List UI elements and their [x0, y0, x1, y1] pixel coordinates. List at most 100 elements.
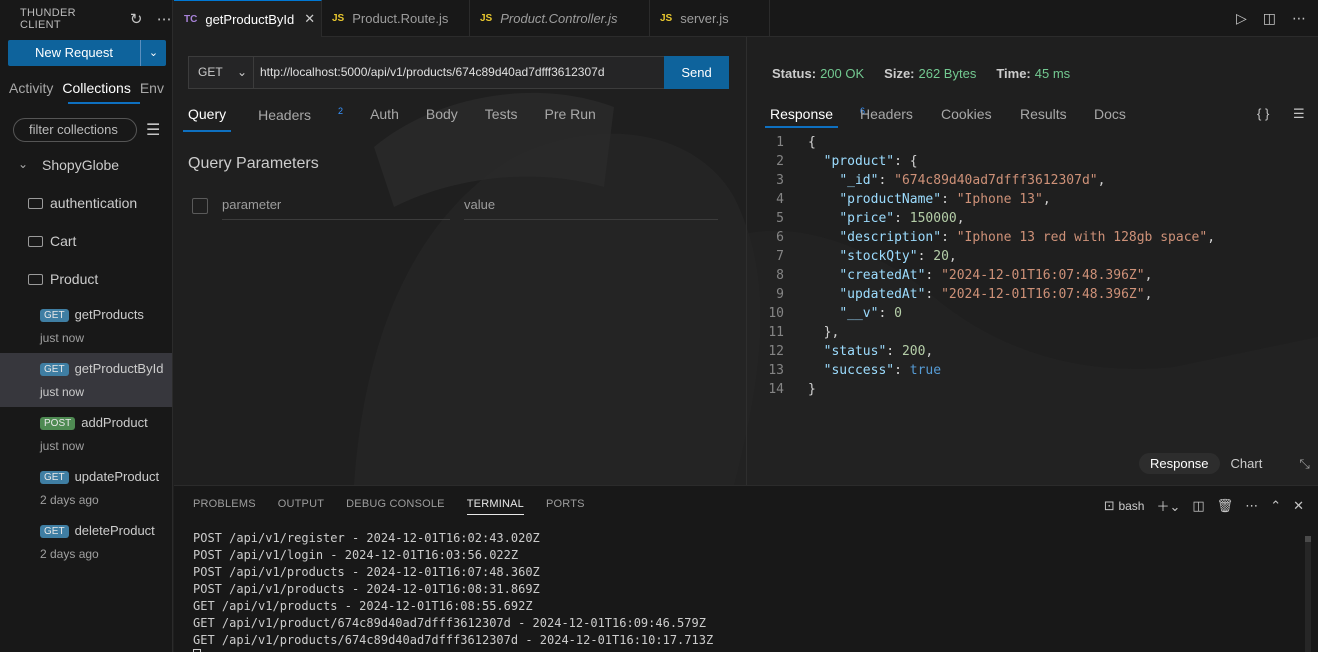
json-created-at: 2024-12-01T16:07:48.396Z — [948, 268, 1137, 283]
response-view-toggle: Response Chart ⤡ — [1139, 453, 1310, 474]
send-button[interactable]: Send — [664, 56, 729, 89]
tab-label: Product.Controller.js — [500, 11, 618, 26]
split-terminal-icon[interactable]: ◫ — [1192, 498, 1204, 514]
new-request-button[interactable]: New Request ⌄ — [8, 40, 166, 66]
tab-product-controller[interactable]: JS Product.Controller.js — [470, 0, 650, 37]
tab-response[interactable]: Response — [765, 106, 839, 128]
tab-headers[interactable]: Headers 2 — [258, 106, 343, 132]
parameter-input[interactable]: parameter — [222, 190, 450, 220]
tab-auth[interactable]: Auth — [370, 106, 399, 132]
request-time: 2 days ago — [40, 547, 99, 561]
url-input[interactable]: http://localhost:5000/api/v1/products/67… — [253, 56, 665, 89]
tab-output[interactable]: OUTPUT — [278, 498, 324, 515]
wrap-lines-icon[interactable]: ☰ — [1293, 106, 1305, 122]
method-badge: GET — [40, 471, 69, 484]
tab-cookies[interactable]: Cookies — [941, 106, 992, 122]
request-item[interactable]: GET updateProduct 2 days ago — [0, 461, 172, 515]
close-icon[interactable]: ✕ — [304, 11, 315, 27]
collection-shopyglobe[interactable]: ⌄ ShopyGlobe — [0, 157, 172, 177]
terminal-line: GET /api/v1/product/674c89d40ad7dfff3612… — [193, 616, 706, 630]
method-badge: POST — [40, 417, 76, 430]
terminal-line: POST /api/v1/products - 2024-12-01T16:07… — [193, 565, 540, 579]
javascript-file-icon: JS — [660, 13, 673, 24]
tab-headers-label: Headers — [860, 106, 913, 122]
tab-ports[interactable]: PORTS — [546, 498, 585, 515]
terminal-scrollbar[interactable] — [1305, 536, 1311, 652]
request-time: 2 days ago — [40, 493, 99, 507]
collection-name: ShopyGlobe — [42, 157, 120, 173]
request-item[interactable]: POST addProduct just now — [0, 407, 172, 461]
json-price: 150000 — [909, 211, 957, 226]
expand-icon[interactable]: ⤡ — [1299, 456, 1309, 472]
json-stock-qty: 20 — [933, 249, 949, 264]
response-json-viewer: 1{ 2 "product": { 3 "_id": "674c89d40ad7… — [760, 133, 1300, 399]
headers-count: 2 — [338, 106, 344, 116]
request-item[interactable]: GET deleteProduct 2 days ago — [0, 515, 172, 569]
tab-getproductbyid[interactable]: TC getProductById ✕ — [174, 0, 322, 37]
maximize-panel-icon[interactable]: ⌃ — [1270, 498, 1281, 514]
folder-label: Product — [50, 271, 99, 287]
line-number: 14 — [768, 382, 784, 397]
tab-label: server.js — [680, 11, 729, 26]
tab-pre-run[interactable]: Pre Run — [544, 106, 595, 132]
param-checkbox[interactable] — [192, 198, 208, 214]
filter-collections-input[interactable]: filter collections — [13, 118, 137, 142]
run-icon[interactable]: ▷ — [1236, 10, 1247, 27]
chevron-down-icon[interactable]: ⌄ — [140, 40, 166, 66]
method-select[interactable]: GET ⌄ — [188, 56, 254, 89]
status-info: Status: 200 OK — [772, 66, 864, 81]
more-icon[interactable]: ⋯ — [157, 10, 172, 28]
request-item-selected[interactable]: GET getProductById just now — [0, 353, 172, 407]
new-terminal-icon[interactable]: ＋⌄ — [1156, 496, 1180, 515]
menu-icon[interactable]: ☰ — [146, 120, 160, 140]
method-badge: GET — [40, 525, 69, 538]
line-number: 3 — [776, 173, 784, 188]
size-label: Size: — [884, 66, 915, 81]
chevron-down-icon: ⌄ — [18, 157, 29, 171]
request-name: getProductById — [74, 361, 164, 376]
status-label: Status: — [772, 66, 817, 81]
tab-query[interactable]: Query — [183, 106, 232, 132]
tab-env[interactable]: Env — [131, 78, 164, 104]
tab-product-route[interactable]: JS Product.Route.js — [322, 0, 470, 37]
panel-actions: ⊡ bash ＋⌄ ◫ 🗑 ⋯ ⌃ ✕ — [1104, 496, 1304, 515]
tab-server[interactable]: JS server.js — [650, 0, 770, 37]
tab-terminal[interactable]: TERMINAL — [466, 498, 524, 515]
close-icon[interactable]: ✕ — [1293, 498, 1304, 514]
thunder-client-sidebar: THUNDER CLIENT ↻ ⋯ New Request ⌄ Activit… — [0, 0, 173, 652]
folder-product[interactable]: Product — [0, 271, 172, 291]
tab-problems[interactable]: PROBLEMS — [193, 498, 256, 515]
json-success: true — [909, 363, 942, 378]
tab-body[interactable]: Body — [426, 106, 458, 132]
tab-docs[interactable]: Docs — [1094, 106, 1126, 122]
panel-divider[interactable] — [746, 37, 747, 485]
shell-name: bash — [1118, 498, 1145, 513]
refresh-icon[interactable]: ↻ — [130, 10, 143, 28]
tab-activity[interactable]: Activity — [0, 78, 53, 104]
folder-cart[interactable]: Cart — [0, 233, 172, 253]
tab-collections[interactable]: Collections — [53, 78, 130, 104]
new-request-label[interactable]: New Request — [8, 40, 140, 66]
request-item[interactable]: GET getProducts just now — [0, 299, 172, 353]
more-icon[interactable]: ⋯ — [1292, 10, 1306, 27]
terminal-output[interactable]: POST /api/v1/register - 2024-12-01T16:02… — [193, 530, 713, 652]
request-time: just now — [40, 331, 85, 345]
javascript-file-icon: JS — [332, 13, 345, 24]
tab-tests[interactable]: Tests — [485, 106, 518, 132]
response-view-button[interactable]: Response — [1139, 453, 1220, 474]
line-number: 1 — [776, 135, 784, 150]
method-badge: GET — [40, 363, 69, 376]
value-input[interactable]: value — [464, 190, 718, 220]
tab-results[interactable]: Results — [1020, 106, 1067, 122]
folder-authentication[interactable]: authentication — [0, 195, 172, 215]
terminal-shell-selector[interactable]: ⊡ bash — [1104, 498, 1145, 514]
chart-view-button[interactable]: Chart — [1220, 453, 1274, 474]
trash-icon[interactable]: 🗑 — [1217, 498, 1234, 514]
tab-debug-console[interactable]: DEBUG CONSOLE — [346, 498, 445, 515]
sidebar-header: THUNDER CLIENT ↻ ⋯ — [0, 0, 172, 37]
tab-response-headers[interactable]: Headers 6 — [860, 106, 913, 123]
split-editor-icon[interactable]: ◫ — [1263, 10, 1276, 27]
javascript-file-icon: JS — [480, 13, 493, 24]
more-icon[interactable]: ⋯ — [1245, 498, 1258, 514]
format-json-icon[interactable]: { } — [1257, 106, 1269, 121]
